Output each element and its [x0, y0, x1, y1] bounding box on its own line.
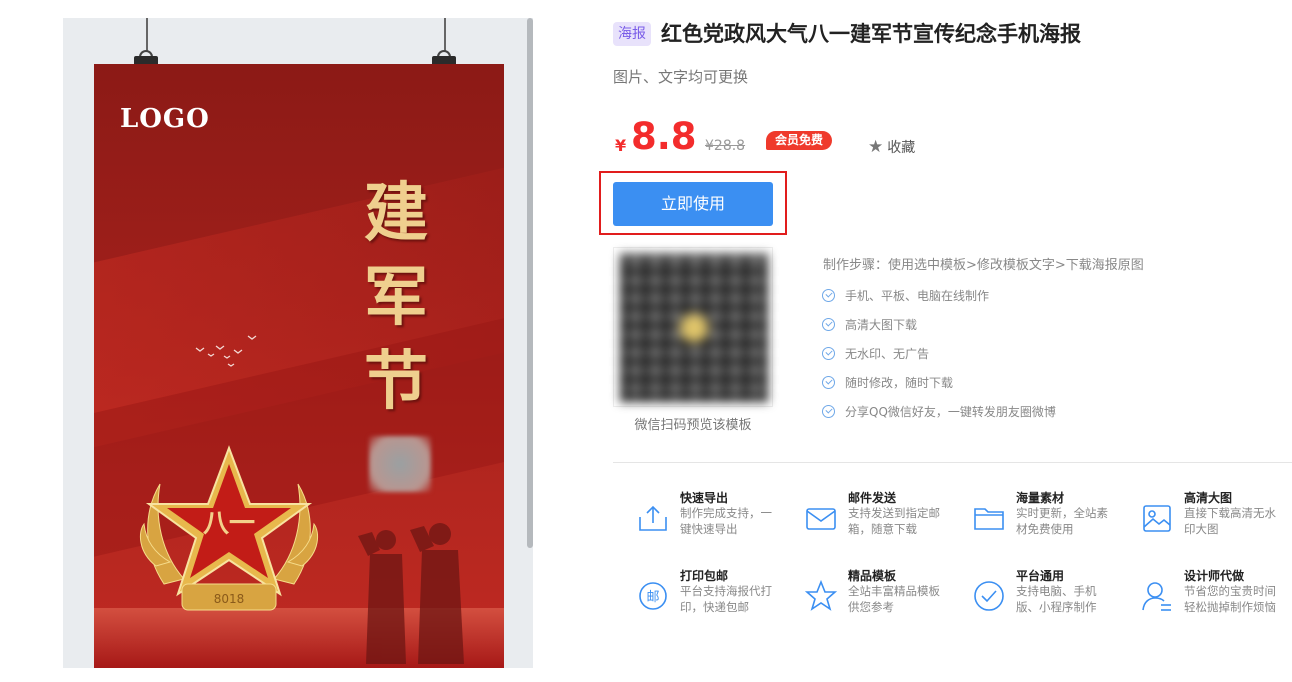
section-divider: [613, 462, 1292, 463]
check-circle-icon: [822, 347, 835, 360]
feature-item: 无水印、无广告: [822, 339, 1056, 368]
member-free-badge: 会员免费: [766, 131, 833, 150]
star-icon: ★: [868, 136, 884, 157]
export-icon: [639, 505, 667, 531]
image-icon: [1143, 505, 1171, 532]
hanging-string-left: [146, 18, 148, 52]
emblem-base-label: 8018: [214, 592, 245, 606]
designer-icon: [1142, 582, 1171, 611]
soldiers-silhouette-icon: [358, 523, 464, 664]
qr-code: [613, 247, 773, 407]
use-now-button[interactable]: 立即使用: [613, 182, 773, 226]
feature-item: 高清大图下载: [822, 310, 1056, 339]
hanging-string-right: [444, 18, 446, 52]
qr-code-image: [620, 254, 768, 402]
feature-item: 手机、平板、电脑在线制作: [822, 281, 1056, 310]
qr-caption: 微信扫码预览该模板: [634, 418, 752, 433]
poster-blurred-mark: [369, 436, 431, 492]
feature-item: 分享QQ微信好友，一键转发朋友圈微博: [822, 397, 1056, 426]
check-circle-icon: [822, 289, 835, 302]
army-emblem-icon: 八一 8018: [139, 445, 319, 611]
poster-vertical-title: 建军节: [364, 176, 428, 419]
birds-icon: [194, 332, 264, 385]
emblem-label: 八一: [203, 509, 255, 539]
check-circle-icon: [822, 318, 835, 331]
svg-text:邮: 邮: [646, 590, 659, 605]
product-title: 红色党政风大气八一建军节宣传纪念手机海报: [661, 22, 1081, 46]
category-tag: 海报: [613, 22, 651, 46]
preview-scrollbar[interactable]: [527, 18, 533, 548]
favorite-button[interactable]: ★ 收藏: [868, 137, 915, 157]
check-circle-icon: [822, 376, 835, 389]
product-subtitle: 图片、文字均可更换: [613, 68, 749, 86]
check-circle-icon: [974, 581, 1004, 611]
mail-stamp-icon: 邮: [639, 582, 667, 610]
currency-symbol: ¥: [615, 136, 627, 155]
original-price: ¥28.8: [705, 138, 746, 154]
feature-list: 手机、平板、电脑在线制作 高清大图下载 无水印、无广告 随时修改，随时下载 分享…: [822, 281, 1056, 426]
feature-item: 随时修改，随时下载: [822, 368, 1056, 397]
folder-icon: [974, 508, 1004, 530]
check-circle-icon: [822, 405, 835, 418]
favorite-label: 收藏: [887, 140, 916, 156]
current-price: 8.8: [631, 115, 697, 158]
production-steps: 制作步骤：使用选中模板>修改模板文字>下载海报原图: [823, 258, 1144, 273]
mail-icon: [806, 508, 836, 530]
poster-logo: LOGO: [120, 104, 210, 134]
poster-preview[interactable]: LOGO 建军节 八一 8018: [94, 64, 504, 668]
star-outline-icon: [804, 579, 838, 611]
